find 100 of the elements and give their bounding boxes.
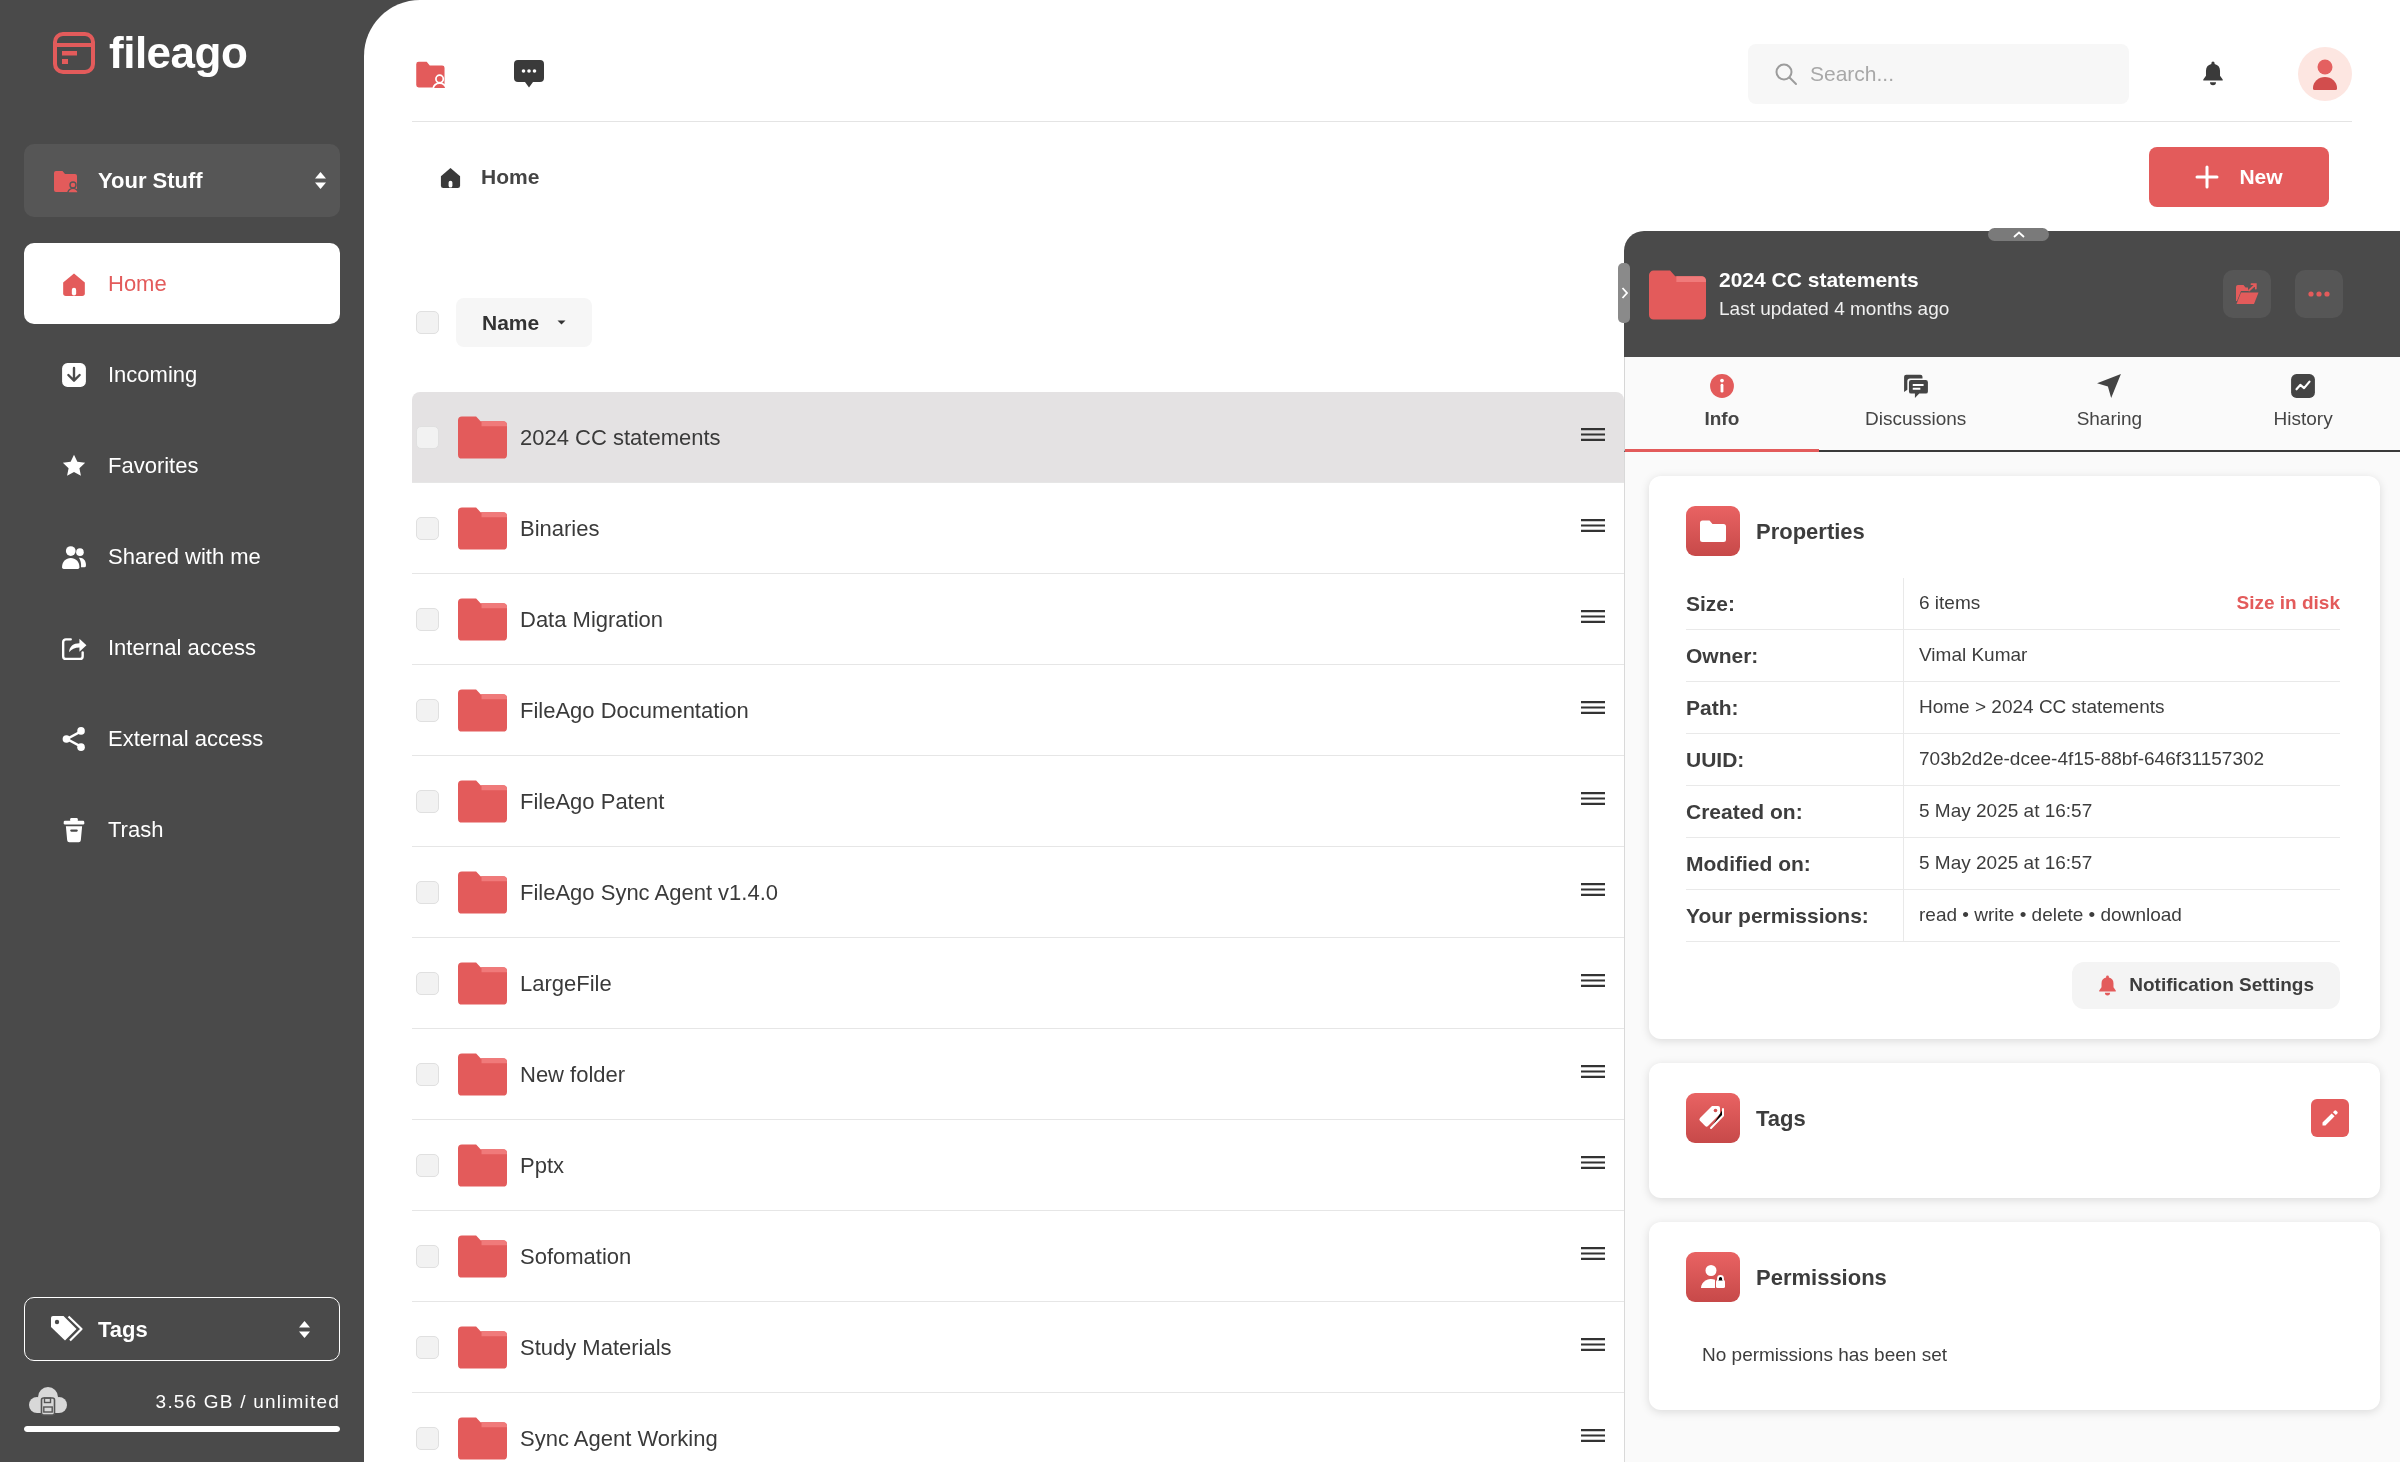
bell-icon xyxy=(2098,974,2118,997)
search-field[interactable]: Search... xyxy=(1748,43,2129,104)
property-value: Vimal Kumar xyxy=(1919,643,2028,668)
sort-button[interactable]: Name xyxy=(456,298,593,347)
menu-icon[interactable] xyxy=(1580,518,1606,532)
folder-icon xyxy=(1686,506,1740,556)
row-checkbox[interactable] xyxy=(416,1153,439,1177)
file-name: Binaries xyxy=(520,514,600,543)
row-checkbox[interactable] xyxy=(416,607,439,631)
panel-title: 2024 CC statements xyxy=(1719,267,1920,293)
file-name: 2024 CC statements xyxy=(520,423,721,452)
collapse-handle[interactable] xyxy=(1988,228,2049,241)
tab[interactable]: History xyxy=(2206,357,2400,452)
folder-icon xyxy=(458,1416,507,1460)
nav-item[interactable]: Internal access xyxy=(24,607,340,688)
tags-dropdown[interactable]: Tags xyxy=(24,1297,340,1361)
pencil-icon xyxy=(2320,1108,2340,1128)
workspace-dropdown[interactable]: Your Stuff xyxy=(24,144,340,217)
folder-icon xyxy=(458,688,507,732)
property-value: Home > 2024 CC statements xyxy=(1919,695,2165,720)
folder-icon xyxy=(458,870,507,914)
property-label: Path: xyxy=(1686,694,1739,721)
file-name: Sync Agent Working xyxy=(520,1424,718,1453)
file-name: Pptx xyxy=(520,1151,565,1180)
line-chart-icon xyxy=(2290,372,2317,399)
bell-icon[interactable] xyxy=(2202,60,2224,87)
property-label: Size: xyxy=(1686,590,1735,617)
notification-settings-button[interactable]: Notification Settings xyxy=(2072,962,2340,1009)
download-icon xyxy=(61,361,87,388)
trash-icon xyxy=(61,816,87,843)
menu-icon[interactable] xyxy=(1580,882,1606,896)
more-button[interactable] xyxy=(2295,270,2343,318)
file-name: Data Migration xyxy=(520,605,664,634)
menu-icon[interactable] xyxy=(1580,1155,1606,1169)
menu-icon[interactable] xyxy=(1580,1337,1606,1351)
select-all-checkbox[interactable] xyxy=(416,311,439,334)
folder-icon xyxy=(458,415,507,459)
navigation-arrow-icon xyxy=(2096,372,2123,399)
info-icon xyxy=(1708,372,1735,399)
row-checkbox[interactable] xyxy=(416,1335,439,1359)
menu-icon[interactable] xyxy=(1580,1246,1606,1260)
chat-icon[interactable] xyxy=(513,58,545,89)
menu-icon[interactable] xyxy=(1580,1064,1606,1078)
menu-icon[interactable] xyxy=(1580,427,1606,441)
file-name: FileAgo Documentation xyxy=(520,696,749,725)
menu-icon[interactable] xyxy=(1580,609,1606,623)
folder-icon xyxy=(1649,268,1706,320)
new-button[interactable]: New xyxy=(2149,147,2329,207)
nav-item[interactable]: Incoming xyxy=(24,334,340,415)
file-name: New folder xyxy=(520,1060,626,1089)
card-title: Permissions xyxy=(1756,1263,1887,1292)
menu-icon[interactable] xyxy=(1580,973,1606,987)
nav-item[interactable]: Home xyxy=(24,243,340,324)
property-label: Owner: xyxy=(1686,642,1759,669)
file-name: LargeFile xyxy=(520,969,612,998)
nav-item[interactable]: Trash xyxy=(24,789,340,870)
row-checkbox[interactable] xyxy=(416,880,439,904)
folder-icon xyxy=(458,1143,507,1187)
menu-icon[interactable] xyxy=(1580,1428,1606,1442)
row-checkbox[interactable] xyxy=(416,1062,439,1086)
folder-icon xyxy=(458,1234,507,1278)
row-checkbox[interactable] xyxy=(416,698,439,722)
row-checkbox[interactable] xyxy=(416,789,439,813)
property-value: 5 May 2025 at 16:57 xyxy=(1919,851,2093,876)
open-folder-button[interactable] xyxy=(2223,270,2271,318)
chat-bubbles-icon xyxy=(1902,372,1929,399)
dots-icon xyxy=(2308,291,2330,297)
cloud-storage-icon xyxy=(28,1386,68,1418)
property-value: 703b2d2e-dcee-4f15-88bf-646f31157302 xyxy=(1919,747,2265,772)
avatar-icon[interactable] xyxy=(2298,46,2352,101)
empty-permissions-message: No permissions has been set xyxy=(1702,1344,1947,1365)
nav-item[interactable]: Shared with me xyxy=(24,516,340,597)
menu-icon[interactable] xyxy=(1580,700,1606,714)
nav-item[interactable]: External access xyxy=(24,698,340,779)
folder-icon xyxy=(458,1052,507,1096)
file-name: FileAgo Sync Agent v1.4.0 xyxy=(520,878,779,907)
menu-icon[interactable] xyxy=(1580,791,1606,805)
tab[interactable]: Discussions xyxy=(1818,357,2013,452)
file-name: Sofomation xyxy=(520,1242,632,1271)
disk-size-link[interactable]: Size in disk xyxy=(2236,589,2340,618)
row-checkbox[interactable] xyxy=(416,1244,439,1268)
property-value: 5 May 2025 at 16:57 xyxy=(1919,799,2093,824)
tag-icon xyxy=(1686,1093,1740,1143)
share-icon xyxy=(61,725,87,752)
tab[interactable]: Sharing xyxy=(2012,357,2207,452)
file-name: Study Materials xyxy=(520,1333,672,1362)
up-down-caret-icon xyxy=(314,171,327,190)
logo-icon xyxy=(53,32,95,74)
breadcrumb-item[interactable]: Home xyxy=(481,161,540,193)
property-label: Modified on: xyxy=(1686,850,1811,877)
folder-icon xyxy=(458,1325,507,1369)
row-checkbox[interactable] xyxy=(416,971,439,995)
row-checkbox[interactable] xyxy=(416,1426,439,1450)
edit-button[interactable] xyxy=(2311,1099,2349,1137)
expand-handle[interactable] xyxy=(1618,263,1630,323)
chevron-up-icon xyxy=(2012,231,2025,238)
plus-icon xyxy=(2195,165,2220,189)
nav-item[interactable]: Favorites xyxy=(24,425,340,506)
file-row[interactable]: 2024 CC statements xyxy=(412,392,1624,483)
row-checkbox[interactable] xyxy=(416,516,439,540)
